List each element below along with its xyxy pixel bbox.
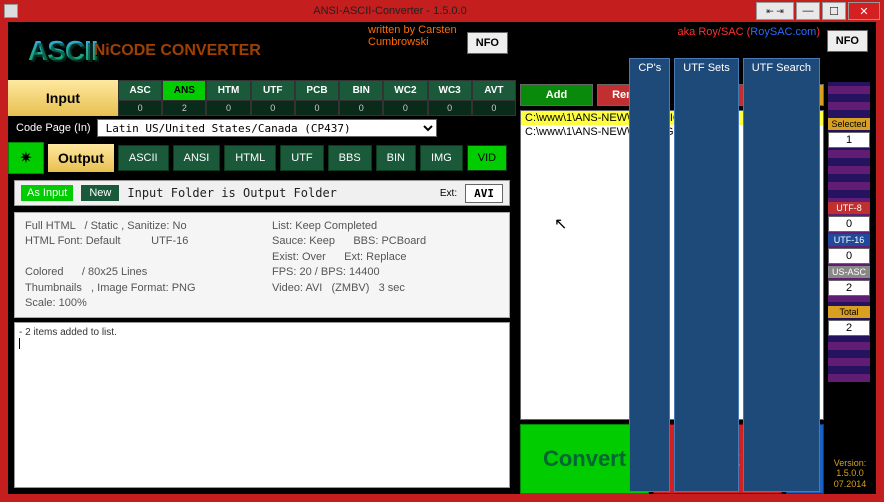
- input-label: Input: [8, 80, 118, 116]
- window-titlebar: ANSI-ASCII-Converter - 1.5.0.0 ⇤ ⇥ — ☐ ✕: [0, 0, 884, 22]
- input-format-count-pcb: 0: [296, 101, 338, 115]
- output-format-utf[interactable]: UTF: [280, 145, 323, 171]
- selected-count: 1: [828, 132, 870, 148]
- input-format-htm[interactable]: HTM: [207, 81, 249, 101]
- settings-left: Full HTML / Static , Sanitize: No HTML F…: [25, 219, 252, 311]
- window-title: ANSI-ASCII-Converter - 1.5.0.0: [24, 5, 756, 17]
- selected-label: Selected: [828, 118, 870, 130]
- input-format-ans[interactable]: ANS: [163, 81, 205, 101]
- total-count: 2: [828, 320, 870, 336]
- input-format-count-avt: 0: [473, 101, 515, 115]
- topbtn-utfsearch[interactable]: UTF Search: [743, 58, 820, 492]
- close-button[interactable]: ✕: [848, 2, 880, 20]
- input-format-avt[interactable]: AVT: [473, 81, 515, 101]
- nfo-button-right[interactable]: NFO: [827, 30, 868, 52]
- nfo-button[interactable]: NFO: [467, 32, 508, 54]
- output-label: Output: [48, 144, 114, 172]
- logo-sub: NiCODE CONVERTER: [94, 42, 261, 60]
- input-format-count-wc3: 0: [429, 101, 471, 115]
- input-format-bin[interactable]: BIN: [340, 81, 382, 101]
- usasc-count: 2: [828, 280, 870, 296]
- output-format-img[interactable]: IMG: [420, 145, 463, 171]
- settings-summary: Full HTML / Static , Sanitize: No HTML F…: [14, 212, 510, 318]
- usasc-label: US-ASC: [828, 266, 870, 278]
- output-format-bbs[interactable]: BBS: [328, 145, 372, 171]
- homepage-link[interactable]: RoySAC.com: [750, 26, 816, 38]
- credits-alias: aka Roy/SAC (RoySAC.com): [678, 26, 820, 38]
- ext-label: Ext:: [440, 188, 457, 199]
- win-extra-button[interactable]: ⇤ ⇥: [756, 2, 794, 20]
- app-icon: [4, 4, 18, 18]
- input-format-pcb[interactable]: PCB: [296, 81, 338, 101]
- ext-value[interactable]: AVI: [465, 184, 503, 203]
- topbtn-utfsets[interactable]: UTF Sets: [674, 58, 738, 492]
- input-format-wc2[interactable]: WC2: [384, 81, 426, 101]
- codepage-select[interactable]: Latin US/United States/Canada (CP437): [97, 119, 437, 137]
- output-format-bin[interactable]: BIN: [376, 145, 416, 171]
- total-label: Total: [828, 306, 870, 318]
- input-format-utf[interactable]: UTF: [252, 81, 294, 101]
- input-format-count-wc2: 0: [384, 101, 426, 115]
- as-input-button[interactable]: As Input: [21, 185, 73, 201]
- output-format-vid[interactable]: VID: [467, 145, 507, 171]
- input-format-count-asc: 0: [119, 101, 161, 115]
- output-settings-button[interactable]: ✷: [8, 142, 44, 174]
- codepage-label: Code Page (In): [16, 122, 91, 134]
- output-format-ascii[interactable]: ASCII: [118, 145, 169, 171]
- output-folder-path: Input Folder is Output Folder: [127, 186, 432, 200]
- utf16-label: UTF-16: [828, 234, 870, 246]
- input-format-count-ans: 2: [163, 101, 205, 115]
- minimize-button[interactable]: —: [796, 2, 820, 20]
- input-format-count-htm: 0: [207, 101, 249, 115]
- app-header: ASCII NiCODE CONVERTER written by Carste…: [8, 22, 516, 80]
- utf16-count: 0: [828, 248, 870, 264]
- log-output: - 2 items added to list.: [14, 322, 510, 488]
- maximize-button[interactable]: ☐: [822, 2, 846, 20]
- output-format-html[interactable]: HTML: [224, 145, 276, 171]
- logo-main: ASCII: [8, 35, 98, 67]
- utf8-label: UTF-8: [828, 202, 870, 214]
- version-info: Version: 1.5.0.0 07.2014: [828, 458, 872, 490]
- input-format-count-utf: 0: [252, 101, 294, 115]
- input-format-count-bin: 0: [340, 101, 382, 115]
- input-format-wc3[interactable]: WC3: [429, 81, 471, 101]
- add-button[interactable]: Add: [520, 84, 593, 106]
- new-folder-button[interactable]: New: [81, 185, 119, 201]
- settings-right: List: Keep Completed Sauce: Keep BBS: PC…: [272, 219, 499, 311]
- input-format-asc[interactable]: ASC: [119, 81, 161, 101]
- utf8-count: 0: [828, 216, 870, 232]
- output-format-ansi[interactable]: ANSI: [173, 145, 221, 171]
- topbtn-cps[interactable]: CP's: [629, 58, 670, 492]
